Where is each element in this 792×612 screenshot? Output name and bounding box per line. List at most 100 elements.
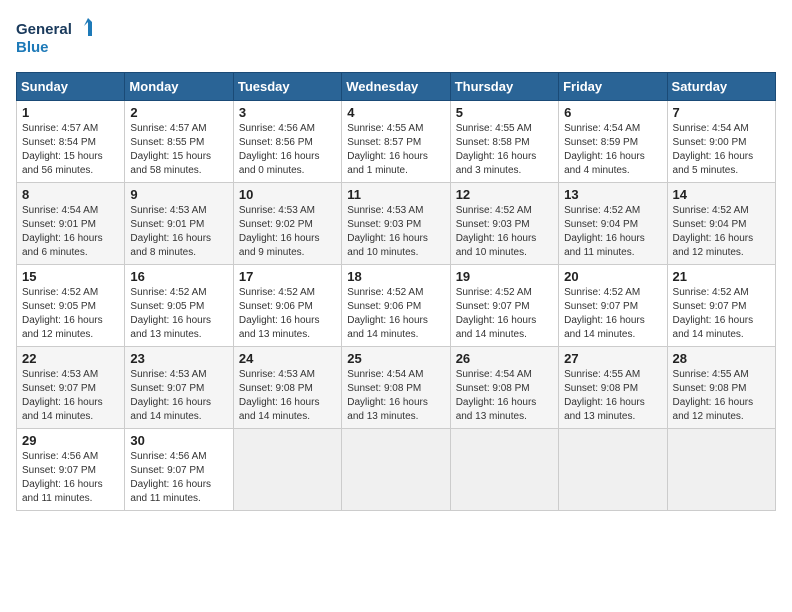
day-number: 9	[130, 187, 227, 202]
calendar-week-row: 8 Sunrise: 4:54 AM Sunset: 9:01 PM Daylig…	[17, 183, 776, 265]
day-info: Sunrise: 4:53 AM Sunset: 9:08 PM Dayligh…	[239, 368, 336, 424]
calendar-cell: 10 Sunrise: 4:53 AM Sunset: 9:02 PM Dayli…	[233, 183, 341, 265]
calendar-week-row: 1 Sunrise: 4:57 AM Sunset: 8:54 PM Daylig…	[17, 101, 776, 183]
day-number: 23	[130, 351, 227, 366]
calendar-cell: 18 Sunrise: 4:52 AM Sunset: 9:06 PM Dayli…	[342, 265, 450, 347]
calendar-cell: 29Sunrise: 4:56 AM Sunset: 9:07 PM Dayli…	[17, 429, 125, 511]
calendar-cell: 5 Sunrise: 4:55 AM Sunset: 8:58 PM Daylig…	[450, 101, 558, 183]
day-info: Sunrise: 4:56 AM Sunset: 9:07 PM Dayligh…	[130, 450, 227, 506]
calendar-cell: 19 Sunrise: 4:52 AM Sunset: 9:07 PM Dayli…	[450, 265, 558, 347]
day-info: Sunrise: 4:57 AM Sunset: 8:54 PM Dayligh…	[22, 122, 119, 178]
day-number: 16	[130, 269, 227, 284]
day-number: 13	[564, 187, 661, 202]
day-number: 22	[22, 351, 119, 366]
day-number: 4	[347, 105, 444, 120]
day-number: 17	[239, 269, 336, 284]
day-number: 8	[22, 187, 119, 202]
day-number: 21	[673, 269, 770, 284]
day-info: Sunrise: 4:54 AM Sunset: 9:01 PM Dayligh…	[22, 204, 119, 260]
day-info: Sunrise: 4:53 AM Sunset: 9:03 PM Dayligh…	[347, 204, 444, 260]
svg-text:Blue: Blue	[16, 39, 49, 56]
calendar-cell: 27 Sunrise: 4:55 AM Sunset: 9:08 PM Dayli…	[559, 347, 667, 429]
day-info: Sunrise: 4:52 AM Sunset: 9:04 PM Dayligh…	[673, 204, 770, 260]
day-info: Sunrise: 4:56 AM Sunset: 9:07 PM Dayligh…	[22, 450, 119, 506]
calendar-week-row: 15Sunrise: 4:52 AM Sunset: 9:05 PM Dayli…	[17, 265, 776, 347]
day-number: 11	[347, 187, 444, 202]
weekday-header-monday: Monday	[125, 73, 233, 101]
day-info: Sunrise: 4:52 AM Sunset: 9:07 PM Dayligh…	[564, 286, 661, 342]
day-info: Sunrise: 4:53 AM Sunset: 9:07 PM Dayligh…	[130, 368, 227, 424]
day-info: Sunrise: 4:52 AM Sunset: 9:04 PM Dayligh…	[564, 204, 661, 260]
day-number: 10	[239, 187, 336, 202]
svg-text:General: General	[16, 21, 72, 38]
day-info: Sunrise: 4:54 AM Sunset: 9:08 PM Dayligh…	[347, 368, 444, 424]
weekday-header-tuesday: Tuesday	[233, 73, 341, 101]
calendar-cell: 28Sunrise: 4:55 AM Sunset: 9:08 PM Dayli…	[667, 347, 775, 429]
day-info: Sunrise: 4:52 AM Sunset: 9:07 PM Dayligh…	[456, 286, 553, 342]
day-info: Sunrise: 4:55 AM Sunset: 8:57 PM Dayligh…	[347, 122, 444, 178]
weekday-header-friday: Friday	[559, 73, 667, 101]
calendar-cell: 6 Sunrise: 4:54 AM Sunset: 8:59 PM Daylig…	[559, 101, 667, 183]
day-number: 20	[564, 269, 661, 284]
day-info: Sunrise: 4:57 AM Sunset: 8:55 PM Dayligh…	[130, 122, 227, 178]
day-number: 18	[347, 269, 444, 284]
day-number: 5	[456, 105, 553, 120]
calendar-cell: 22 Sunrise: 4:53 AM Sunset: 9:07 PM Dayli…	[17, 347, 125, 429]
day-number: 6	[564, 105, 661, 120]
calendar-cell: 21 Sunrise: 4:52 AM Sunset: 9:07 PM Dayli…	[667, 265, 775, 347]
calendar-cell	[233, 429, 341, 511]
day-info: Sunrise: 4:52 AM Sunset: 9:06 PM Dayligh…	[239, 286, 336, 342]
day-info: Sunrise: 4:54 AM Sunset: 9:00 PM Dayligh…	[673, 122, 770, 178]
calendar-cell: 4 Sunrise: 4:55 AM Sunset: 8:57 PM Daylig…	[342, 101, 450, 183]
day-number: 26	[456, 351, 553, 366]
day-info: Sunrise: 4:55 AM Sunset: 8:58 PM Dayligh…	[456, 122, 553, 178]
weekday-header-saturday: Saturday	[667, 73, 775, 101]
day-number: 12	[456, 187, 553, 202]
day-info: Sunrise: 4:53 AM Sunset: 9:07 PM Dayligh…	[22, 368, 119, 424]
weekday-header-row: SundayMondayTuesdayWednesdayThursdayFrid…	[17, 73, 776, 101]
calendar-cell: 13 Sunrise: 4:52 AM Sunset: 9:04 PM Dayli…	[559, 183, 667, 265]
day-info: Sunrise: 4:53 AM Sunset: 9:02 PM Dayligh…	[239, 204, 336, 260]
calendar-week-row: 22 Sunrise: 4:53 AM Sunset: 9:07 PM Dayli…	[17, 347, 776, 429]
weekday-header-sunday: Sunday	[17, 73, 125, 101]
calendar-cell: 30 Sunrise: 4:56 AM Sunset: 9:07 PM Dayli…	[125, 429, 233, 511]
calendar-cell: 3 Sunrise: 4:56 AM Sunset: 8:56 PM Daylig…	[233, 101, 341, 183]
day-info: Sunrise: 4:52 AM Sunset: 9:06 PM Dayligh…	[347, 286, 444, 342]
day-number: 7	[673, 105, 770, 120]
calendar-cell: 26 Sunrise: 4:54 AM Sunset: 9:08 PM Dayli…	[450, 347, 558, 429]
calendar-cell: 12 Sunrise: 4:52 AM Sunset: 9:03 PM Dayli…	[450, 183, 558, 265]
day-number: 30	[130, 433, 227, 448]
calendar-cell: 2 Sunrise: 4:57 AM Sunset: 8:55 PM Daylig…	[125, 101, 233, 183]
day-number: 28	[673, 351, 770, 366]
header: General Blue	[16, 16, 776, 60]
logo: General Blue	[16, 16, 96, 60]
day-info: Sunrise: 4:53 AM Sunset: 9:01 PM Dayligh…	[130, 204, 227, 260]
day-info: Sunrise: 4:54 AM Sunset: 8:59 PM Dayligh…	[564, 122, 661, 178]
day-info: Sunrise: 4:55 AM Sunset: 9:08 PM Dayligh…	[564, 368, 661, 424]
calendar-cell	[342, 429, 450, 511]
day-number: 27	[564, 351, 661, 366]
day-info: Sunrise: 4:52 AM Sunset: 9:03 PM Dayligh…	[456, 204, 553, 260]
weekday-header-thursday: Thursday	[450, 73, 558, 101]
day-number: 3	[239, 105, 336, 120]
day-number: 19	[456, 269, 553, 284]
calendar-cell: 11 Sunrise: 4:53 AM Sunset: 9:03 PM Dayli…	[342, 183, 450, 265]
calendar-cell: 17 Sunrise: 4:52 AM Sunset: 9:06 PM Dayli…	[233, 265, 341, 347]
day-info: Sunrise: 4:56 AM Sunset: 8:56 PM Dayligh…	[239, 122, 336, 178]
calendar-cell: 24 Sunrise: 4:53 AM Sunset: 9:08 PM Dayli…	[233, 347, 341, 429]
day-number: 24	[239, 351, 336, 366]
day-info: Sunrise: 4:52 AM Sunset: 9:07 PM Dayligh…	[673, 286, 770, 342]
day-info: Sunrise: 4:54 AM Sunset: 9:08 PM Dayligh…	[456, 368, 553, 424]
calendar-cell: 15Sunrise: 4:52 AM Sunset: 9:05 PM Dayli…	[17, 265, 125, 347]
logo-svg: General Blue	[16, 16, 96, 60]
day-info: Sunrise: 4:52 AM Sunset: 9:05 PM Dayligh…	[130, 286, 227, 342]
calendar-cell: 20 Sunrise: 4:52 AM Sunset: 9:07 PM Dayli…	[559, 265, 667, 347]
calendar-cell: 8 Sunrise: 4:54 AM Sunset: 9:01 PM Daylig…	[17, 183, 125, 265]
day-number: 14	[673, 187, 770, 202]
calendar-cell: 1 Sunrise: 4:57 AM Sunset: 8:54 PM Daylig…	[17, 101, 125, 183]
day-number: 2	[130, 105, 227, 120]
calendar-cell: 25Sunrise: 4:54 AM Sunset: 9:08 PM Dayli…	[342, 347, 450, 429]
day-number: 1	[22, 105, 119, 120]
calendar-week-row: 29Sunrise: 4:56 AM Sunset: 9:07 PM Dayli…	[17, 429, 776, 511]
calendar-cell: 23 Sunrise: 4:53 AM Sunset: 9:07 PM Dayli…	[125, 347, 233, 429]
